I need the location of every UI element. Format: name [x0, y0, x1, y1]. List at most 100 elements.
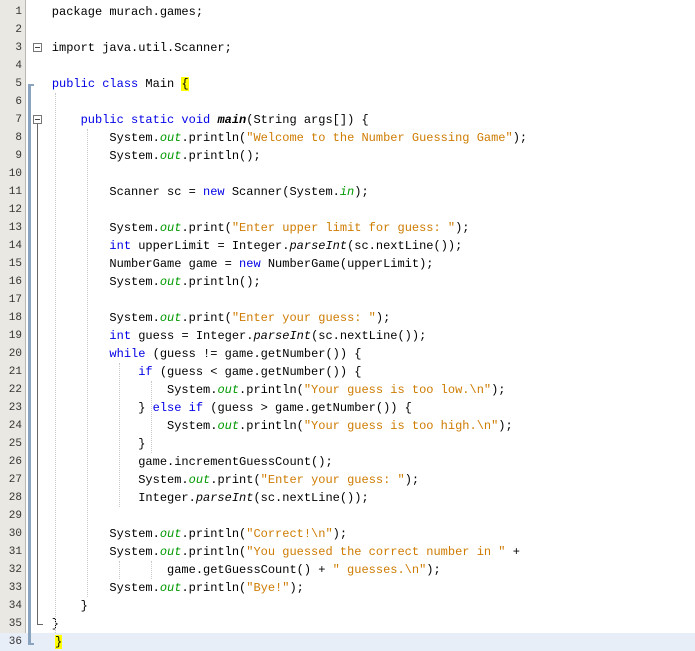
code-line[interactable]: 7 public static void main(String args[])…: [0, 111, 695, 129]
code-token: (sc.nextLine());: [347, 239, 463, 253]
code-token: out: [159, 311, 182, 325]
line-number: 13: [8, 222, 22, 234]
line-number: 25: [8, 438, 22, 450]
line-number: 27: [8, 474, 22, 486]
code-line[interactable]: 29: [0, 507, 695, 525]
code-text: System.out.println("You guessed the corr…: [23, 543, 520, 561]
line-number: 24: [8, 420, 22, 432]
indent-guide: [151, 381, 152, 453]
code-token: System.: [23, 275, 160, 289]
code-text: }: [23, 435, 145, 453]
code-line[interactable]: 6: [0, 93, 695, 111]
code-text: System.out.println("Correct!\n");: [23, 525, 347, 543]
code-token: );: [375, 311, 391, 325]
code-line[interactable]: 35 }: [0, 615, 695, 633]
code-token: Main: [138, 77, 182, 91]
code-token: main: [217, 113, 247, 127]
code-editor[interactable]: 1 package murach.games; 2 3 import java.ut…: [0, 0, 695, 651]
code-line[interactable]: 14 int upperLimit = Integer.parseInt(sc.…: [0, 237, 695, 255]
code-token: );: [289, 581, 304, 595]
code-line[interactable]: 20 while (guess != game.getNumber()) {: [0, 345, 695, 363]
code-token: "You guessed the correct number in ": [246, 545, 506, 559]
code-line[interactable]: 2: [0, 21, 695, 39]
code-token: "Enter your guess: ": [260, 473, 405, 487]
code-line[interactable]: 24 System.out.println("Your guess is too…: [0, 417, 695, 435]
code-line[interactable]: 26 game.incrementGuessCount();: [0, 453, 695, 471]
code-token: .println();: [181, 149, 261, 163]
indent-guide: [119, 561, 120, 579]
code-line[interactable]: 9 System.out.println();: [0, 147, 695, 165]
code-line[interactable]: 4: [0, 57, 695, 75]
code-line[interactable]: 18 System.out.print("Enter your guess: "…: [0, 309, 695, 327]
code-token: game.incrementGuessCount();: [23, 455, 333, 469]
code-token: in: [339, 185, 355, 199]
code-line[interactable]: 32 game.getGuessCount() + " guesses.\n")…: [0, 561, 695, 579]
code-token: }: [23, 437, 146, 451]
code-token: "Enter your guess: ": [231, 311, 376, 325]
code-token: (String args[]) {: [246, 113, 369, 127]
code-line[interactable]: 19 int guess = Integer.parseInt(sc.nextL…: [0, 327, 695, 345]
line-number: 22: [8, 384, 22, 396]
line-number: 1: [15, 6, 22, 18]
code-line[interactable]: 21 if (guess < game.getNumber()) {: [0, 363, 695, 381]
code-text: Scanner sc = new Scanner(System.in);: [23, 183, 368, 201]
code-line[interactable]: 28 Integer.parseInt(sc.nextLine());: [0, 489, 695, 507]
code-line[interactable]: 3 import java.util.Scanner;: [0, 39, 695, 57]
code-line[interactable]: 31 System.out.println("You guessed the c…: [0, 543, 695, 561]
code-line[interactable]: 36}: [0, 633, 695, 651]
line-number: 16: [8, 276, 22, 288]
code-token: (guess > game.getNumber()) {: [203, 401, 412, 415]
code-token: NumberGame(upperLimit);: [260, 257, 434, 271]
code-line[interactable]: 30 System.out.println("Correct!\n");: [0, 525, 695, 543]
line-number: 36: [8, 636, 22, 648]
code-token: out: [159, 131, 182, 145]
code-line[interactable]: 27 System.out.print("Enter your guess: "…: [0, 471, 695, 489]
code-line[interactable]: 5 public class Main {: [0, 75, 695, 93]
code-token: System.: [23, 383, 218, 397]
code-text: package murach.games;: [23, 3, 203, 21]
collapse-icon[interactable]: [33, 115, 42, 124]
code-line[interactable]: 16 System.out.println();: [0, 273, 695, 291]
code-token: );: [332, 527, 348, 541]
code-text: System.out.println("Welcome to the Numbe…: [23, 129, 527, 147]
code-token: .print(: [181, 221, 232, 235]
code-line[interactable]: 34 }: [0, 597, 695, 615]
code-token: public static void: [80, 113, 211, 127]
code-text: game.incrementGuessCount();: [23, 453, 333, 471]
line-number: 15: [8, 258, 22, 270]
line-number: 6: [15, 96, 22, 108]
code-token: if: [138, 365, 153, 379]
code-token: out: [159, 545, 182, 559]
code-token: Scanner(System.: [224, 185, 340, 199]
code-line[interactable]: 13 System.out.print("Enter upper limit f…: [0, 219, 695, 237]
line-number: 5: [15, 78, 22, 90]
collapse-icon[interactable]: [33, 43, 42, 52]
code-line[interactable]: 23 } else if (guess > game.getNumber()) …: [0, 399, 695, 417]
code-token: );: [455, 221, 470, 235]
code-line[interactable]: 10: [0, 165, 695, 183]
code-line[interactable]: 8 System.out.println("Welcome to the Num…: [0, 129, 695, 147]
line-number: 3: [15, 42, 22, 54]
indent-guide: [119, 363, 120, 507]
line-number: 10: [8, 168, 22, 180]
code-line[interactable]: 11 Scanner sc = new Scanner(System.in);: [0, 183, 695, 201]
code-line[interactable]: 17: [0, 291, 695, 309]
code-line[interactable]: 25 }: [0, 435, 695, 453]
code-text: public static void main(String args[]) {: [23, 111, 369, 129]
line-number: 2: [15, 24, 22, 36]
code-token: .println(: [181, 581, 247, 595]
class-scope-bar: [28, 84, 31, 643]
code-token: guess = Integer.: [131, 329, 254, 343]
code-token: .print(: [210, 473, 261, 487]
code-token: int: [109, 329, 132, 343]
code-line[interactable]: 15 NumberGame game = new NumberGame(uppe…: [0, 255, 695, 273]
code-line[interactable]: 22 System.out.println("Your guess is too…: [0, 381, 695, 399]
code-line[interactable]: 12: [0, 201, 695, 219]
code-token: System.: [23, 473, 189, 487]
code-line[interactable]: 33 System.out.println("Bye!");: [0, 579, 695, 597]
line-number: 32: [8, 564, 22, 576]
code-line[interactable]: 1 package murach.games;: [0, 3, 695, 21]
line-number: 34: [8, 600, 22, 612]
code-text: System.out.print("Enter upper limit for …: [23, 219, 470, 237]
